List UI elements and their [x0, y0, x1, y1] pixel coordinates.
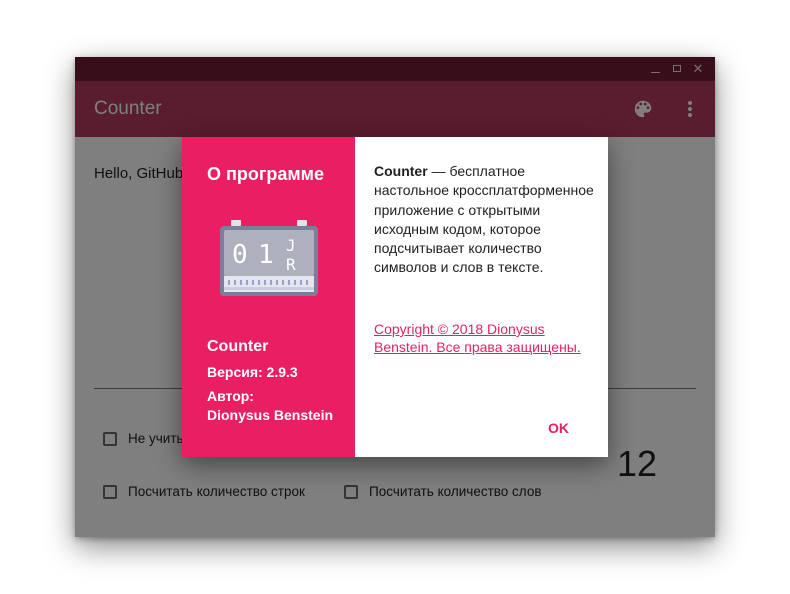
- about-description: Counter — бесплатное настольное кросспла…: [374, 162, 599, 278]
- logo-digit: R: [286, 255, 296, 274]
- description-app-name: Counter: [374, 163, 428, 179]
- about-author: Dionysus Benstein: [207, 407, 334, 423]
- about-content: Counter — бесплатное настольное кросспла…: [355, 137, 608, 457]
- about-author-label: Автор:: [207, 388, 254, 404]
- dialog-title: О программе: [207, 164, 325, 184]
- ok-button[interactable]: OK: [548, 420, 569, 436]
- logo-digit: 0: [232, 240, 248, 270]
- app-logo-icon: 0 1 J R: [220, 220, 318, 296]
- logo-digit: 1: [258, 240, 274, 270]
- about-sidebar: О программе 0 1 J R Counter Версия: 2.9.…: [182, 137, 355, 457]
- about-dialog: О программе 0 1 J R Counter Версия: 2.9.…: [182, 137, 608, 457]
- about-app-name: Counter: [207, 338, 269, 355]
- logo-digit: J: [286, 236, 296, 255]
- about-version: Версия: 2.9.3: [207, 364, 298, 380]
- copyright-link[interactable]: Copyright © 2018 Dionysus Benstein. Все …: [374, 320, 584, 356]
- description-text: — бесплатное настольное кроссплатформенн…: [374, 163, 594, 276]
